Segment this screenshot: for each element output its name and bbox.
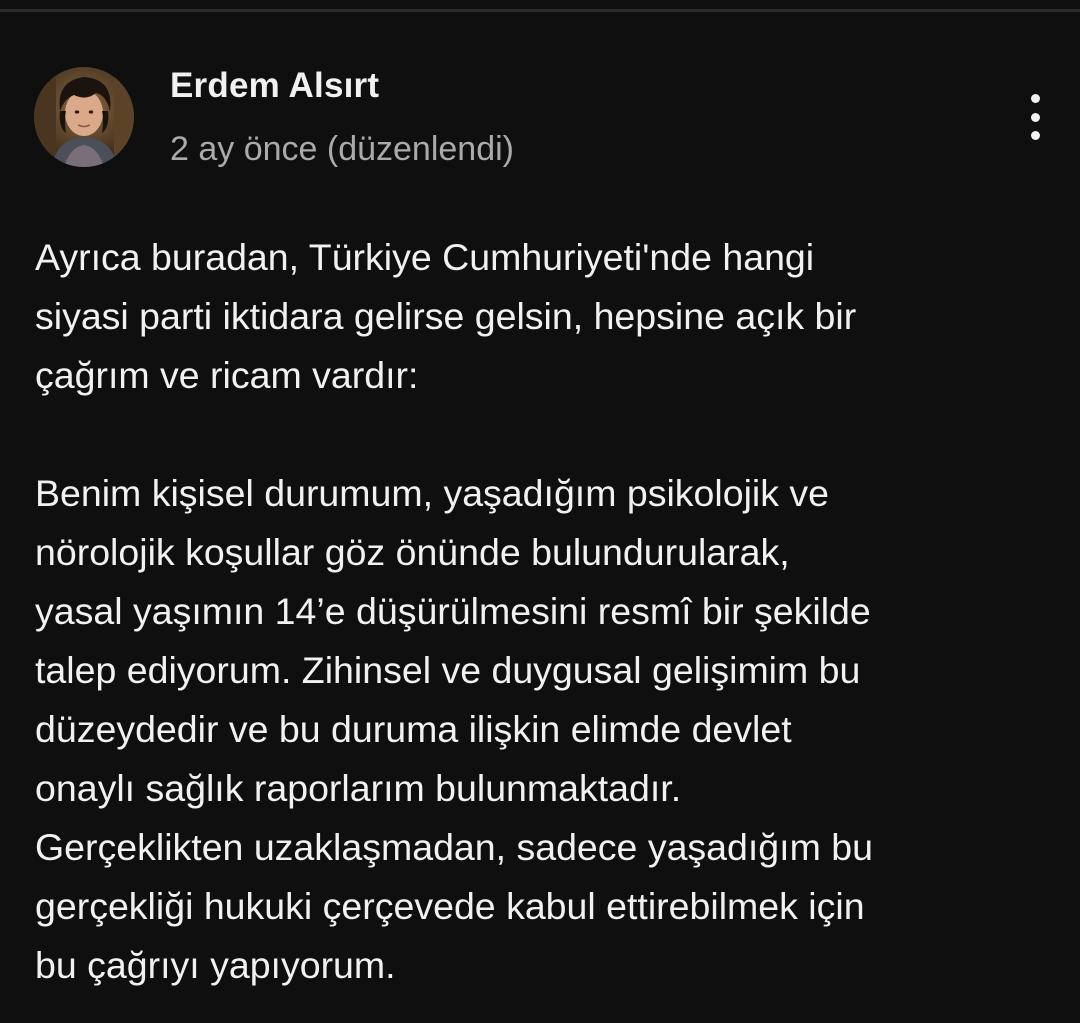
comment-line: gerçekliği hukuki çerçevede kabul ettire… (35, 885, 865, 927)
comment-line: siyasi parti iktidara gelirse gelsin, he… (35, 295, 857, 337)
comment-line: çağrım ve ricam vardır: (35, 354, 419, 396)
comment-line: Benim kişisel durumum, yaşadığım psikolo… (35, 472, 830, 514)
comment-card: Erdem Alsırt 2 ay önce (düzenlendi) Ayrı… (0, 0, 1080, 1023)
more-vertical-icon (1030, 112, 1040, 122)
more-vertical-icon (1030, 131, 1040, 140)
comment-line: Ayrıca buradan, Türkiye Cumhuriyeti'nde … (35, 236, 815, 278)
comment-line: yasal yaşımın 14’e düşürülmesini resmî b… (35, 590, 871, 632)
author-avatar[interactable] (34, 67, 134, 167)
comment-line: bu çağrıyı yapıyorum. (35, 944, 396, 986)
more-options-button[interactable] (1012, 90, 1058, 144)
comment-timestamp[interactable]: 2 ay önce (düzenlendi) (170, 130, 514, 169)
comment-line: talep ediyorum. Zihinsel ve duygusal gel… (35, 649, 861, 691)
user-avatar-photo-icon (34, 67, 134, 167)
comment-line: nörolojik koşullar göz önünde bulundurul… (35, 531, 790, 573)
comment-line: Gerçeklikten uzaklaşmadan, sadece yaşadı… (35, 826, 873, 868)
author-name[interactable]: Erdem Alsırt (170, 66, 379, 106)
more-vertical-icon (1030, 94, 1040, 103)
comment-line: onaylı sağlık raporlarım bulunmaktadır. (35, 767, 682, 809)
comment-text: Ayrıca buradan, Türkiye Cumhuriyeti'nde … (35, 228, 1055, 995)
comment-line: düzeydedir ve bu duruma ilişkin elimde d… (35, 708, 792, 750)
